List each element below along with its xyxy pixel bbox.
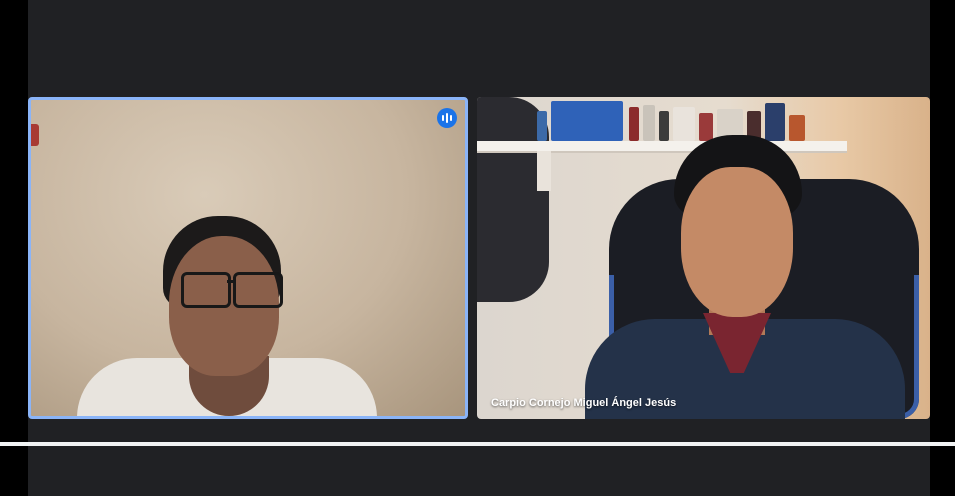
participant-tile-1[interactable]: ta xyxy=(28,97,468,419)
participant-2-name: Carpio Cornejo Miguel Ángel Jesús xyxy=(491,397,677,409)
shelf-items xyxy=(537,101,837,141)
glasses-right-lens xyxy=(233,272,283,308)
participant-tile-2[interactable]: Carpio Cornejo Miguel Ángel Jesús xyxy=(477,97,930,419)
bottom-bar xyxy=(28,446,930,496)
participant-2-face xyxy=(681,167,793,317)
left-letterbox xyxy=(0,0,28,496)
glasses-left-lens xyxy=(181,272,231,308)
wall-shelf xyxy=(477,141,847,151)
shelf-bracket xyxy=(537,151,551,191)
background-object xyxy=(31,124,39,146)
audio-level-icon xyxy=(437,108,457,128)
glasses-bridge xyxy=(227,280,235,283)
participant-1-name: ta xyxy=(28,397,29,409)
right-letterbox xyxy=(930,0,955,496)
